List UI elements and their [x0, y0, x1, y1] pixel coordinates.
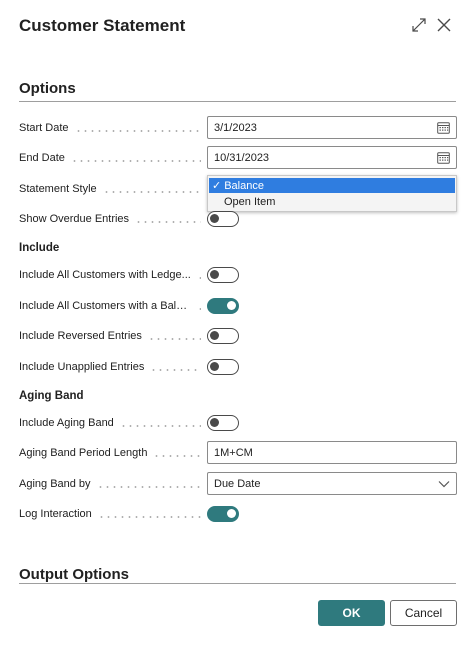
aging-period-length-label: Aging Band Period Length: [19, 445, 201, 461]
dialog-title: Customer Statement: [19, 16, 186, 35]
dropdown-option-open-item[interactable]: Open Item: [209, 194, 455, 209]
start-date-input[interactable]: 3/1/2023: [207, 116, 457, 139]
start-date-value: 3/1/2023: [214, 121, 257, 134]
start-date-label: Start Date: [19, 120, 201, 136]
aging-band-group-title: Aging Band: [19, 390, 84, 402]
log-interaction-label: Log Interaction: [19, 506, 201, 522]
show-overdue-toggle[interactable]: [207, 211, 239, 227]
aging-band-by-select[interactable]: Due Date: [207, 472, 457, 495]
ok-button[interactable]: OK: [318, 600, 385, 626]
end-date-input[interactable]: 10/31/2023: [207, 146, 457, 169]
include-aging-toggle[interactable]: [207, 415, 239, 431]
include-unapplied-toggle[interactable]: [207, 359, 239, 375]
include-group-title: Include: [19, 242, 60, 254]
cancel-button[interactable]: Cancel: [390, 600, 457, 626]
end-date-label: End Date: [19, 150, 201, 166]
close-icon: [437, 18, 451, 32]
include-all-ledger-label: Include All Customers with Ledge...: [19, 267, 201, 283]
customer-statement-dialog: Customer Statement Options Start Date 3/…: [0, 0, 474, 645]
include-reversed-toggle[interactable]: [207, 328, 239, 344]
output-options-divider: [19, 583, 456, 584]
include-all-balance-label: Include All Customers with a Bala...: [19, 298, 201, 314]
check-icon: ✓: [212, 180, 222, 192]
options-section-title: Options: [19, 80, 76, 97]
output-options-section-title: Output Options: [19, 566, 129, 583]
log-interaction-toggle[interactable]: [207, 506, 239, 522]
calendar-icon[interactable]: [436, 151, 450, 165]
expand-button[interactable]: [408, 14, 430, 36]
end-date-value: 10/31/2023: [214, 151, 270, 164]
chevron-down-icon: [438, 480, 450, 487]
aging-period-length-input[interactable]: 1M+CM: [207, 441, 457, 464]
close-button[interactable]: [433, 14, 455, 36]
statement-style-dropdown[interactable]: ✓ Balance Open Item: [207, 175, 457, 212]
statement-style-label: Statement Style: [19, 181, 201, 197]
calendar-icon[interactable]: [436, 121, 450, 135]
include-reversed-label: Include Reversed Entries: [19, 328, 201, 344]
dropdown-option-balance[interactable]: ✓ Balance: [209, 178, 455, 193]
show-overdue-label: Show Overdue Entries: [19, 211, 201, 227]
options-divider: [19, 101, 456, 102]
expand-icon: [412, 18, 426, 32]
include-all-ledger-toggle[interactable]: [207, 267, 239, 283]
include-unapplied-label: Include Unapplied Entries: [19, 359, 201, 375]
include-all-balance-toggle[interactable]: [207, 298, 239, 314]
aging-band-by-label: Aging Band by: [19, 476, 201, 492]
include-aging-label: Include Aging Band: [19, 415, 201, 431]
